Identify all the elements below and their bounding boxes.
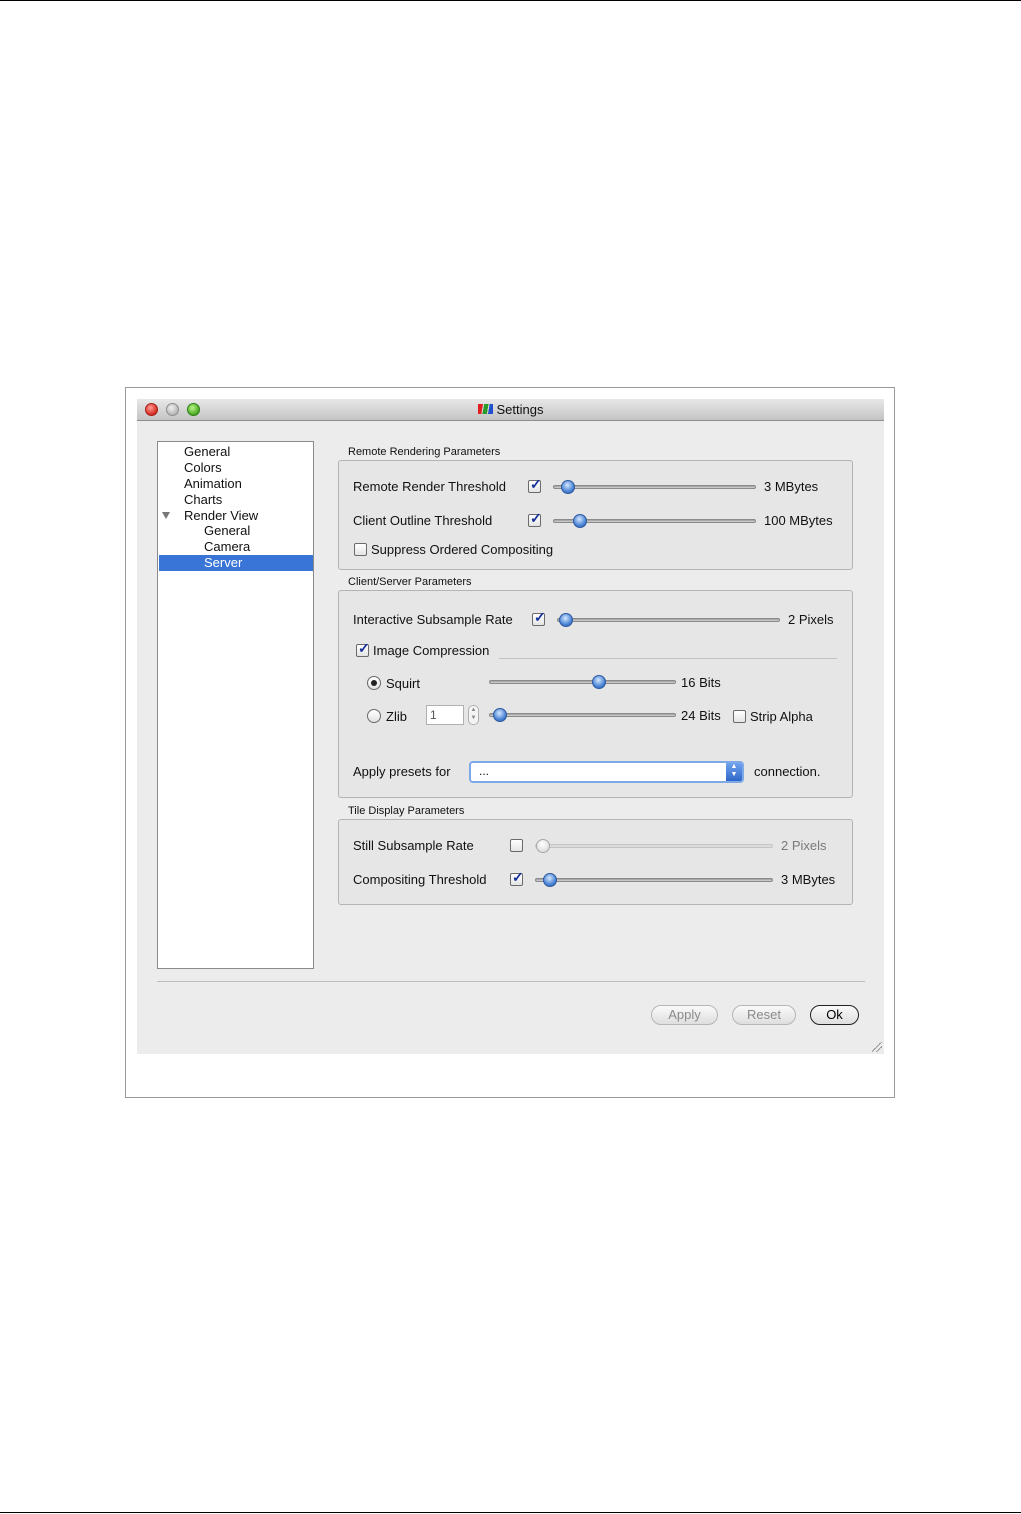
tree-item-render-view[interactable]: Render View (159, 508, 313, 524)
tree-item-label: Animation (184, 476, 242, 491)
tree-item-label: General (184, 444, 231, 459)
slider-knob[interactable] (561, 480, 575, 494)
tile-display-group: Still Subsample Rate 2 Pixels Compositin… (338, 819, 853, 905)
client-server-group-title: Client/Server Parameters (348, 576, 472, 588)
slider-knob[interactable] (592, 675, 606, 689)
client-server-group: Interactive Subsample Rate ✓ 2 Pixels ✓ … (338, 590, 853, 798)
compositing-threshold-value: 3 MBytes (781, 872, 836, 887)
paraview-logo-icon (477, 404, 493, 414)
window-title-text: Settings (496, 402, 544, 417)
suppress-ordered-compositing-label: Suppress Ordered Compositing (371, 542, 554, 557)
apply-presets-label: Apply presets for (353, 764, 451, 779)
checkmark-icon: ✓ (512, 869, 524, 885)
compositing-threshold-slider[interactable] (535, 878, 773, 882)
reset-button[interactable]: Reset (732, 1005, 796, 1025)
client-outline-threshold-checkbox[interactable]: ✓ (528, 510, 542, 527)
still-subsample-rate-checkbox[interactable] (510, 839, 523, 852)
slider-knob[interactable] (559, 613, 573, 627)
connection-label: connection. (754, 764, 821, 779)
image-compression-checkbox[interactable]: ✓ (356, 640, 370, 657)
client-outline-threshold-value: 100 MBytes (764, 513, 833, 528)
window-title: Settings (137, 402, 884, 417)
image-compression-divider (499, 658, 837, 659)
dialog-button-divider (157, 981, 865, 982)
disclosure-triangle-icon[interactable] (162, 512, 170, 519)
remote-render-threshold-checkbox[interactable]: ✓ (528, 476, 542, 493)
interactive-subsample-rate-value: 2 Pixels (788, 612, 834, 627)
tree-item-label: Charts (184, 492, 223, 507)
tile-display-group-title: Tile Display Parameters (348, 805, 465, 817)
settings-category-tree[interactable]: General Colors Animation Charts Render V… (157, 441, 314, 969)
remote-render-threshold-label: Remote Render Threshold (353, 479, 506, 494)
still-subsample-rate-value: 2 Pixels (781, 838, 827, 853)
checkmark-icon: ✓ (530, 510, 542, 526)
squirt-radio[interactable] (367, 676, 381, 690)
squirt-bits-slider[interactable] (489, 680, 676, 684)
slider-knob[interactable] (536, 839, 550, 853)
connection-presets-value: ... (479, 764, 490, 778)
connection-presets-select[interactable]: ... ▲ ▼ (469, 761, 744, 783)
zlib-radio[interactable] (367, 709, 381, 723)
still-subsample-rate-slider[interactable] (535, 844, 773, 848)
tree-item-label: Render View (184, 508, 259, 523)
strip-alpha-checkbox[interactable] (733, 710, 746, 723)
zlib-bits-slider[interactable] (489, 713, 676, 717)
radio-dot-icon (371, 680, 377, 686)
zlib-label: Zlib (386, 709, 407, 724)
strip-alpha-label: Strip Alpha (750, 709, 813, 724)
tree-item-label: Server (204, 555, 243, 570)
compositing-threshold-label: Compositing Threshold (353, 872, 487, 887)
remote-rendering-group: Remote Render Threshold ✓ 3 MBytes Clien… (338, 460, 853, 570)
tree-item-label: General (204, 523, 251, 538)
tree-item-camera[interactable]: Camera (159, 539, 313, 555)
page-top-rule (0, 0, 1021, 1)
tree-item-label: Camera (204, 539, 251, 554)
resize-grip-icon[interactable] (872, 1042, 882, 1052)
checkmark-icon: ✓ (358, 640, 370, 656)
slider-knob[interactable] (493, 708, 507, 722)
settings-window: Settings General Colors Animation Charts… (137, 399, 884, 1054)
tree-item-charts[interactable]: Charts (159, 492, 313, 508)
checkmark-icon: ✓ (530, 476, 542, 492)
image-compression-label: Image Compression (373, 643, 490, 658)
interactive-subsample-rate-checkbox[interactable]: ✓ (532, 609, 546, 626)
ok-button[interactable]: Ok (810, 1005, 859, 1025)
tree-item-animation[interactable]: Animation (159, 476, 313, 492)
compositing-threshold-checkbox[interactable]: ✓ (510, 869, 524, 886)
select-arrows-icon: ▲ ▼ (726, 763, 742, 781)
interactive-subsample-rate-label: Interactive Subsample Rate (353, 612, 513, 627)
slider-knob[interactable] (543, 873, 557, 887)
checkmark-icon: ✓ (534, 609, 546, 625)
remote-render-threshold-slider[interactable] (553, 485, 756, 489)
still-subsample-rate-label: Still Subsample Rate (353, 838, 474, 853)
apply-button[interactable]: Apply (651, 1005, 718, 1025)
interactive-subsample-rate-slider[interactable] (557, 618, 780, 622)
tree-item-colors[interactable]: Colors (159, 460, 313, 476)
tree-item-render-view-general[interactable]: General (159, 523, 313, 539)
zlib-level-spinbox[interactable]: 1 (426, 705, 464, 725)
squirt-label: Squirt (386, 676, 420, 691)
tree-item-general[interactable]: General (159, 444, 313, 460)
tree-item-server[interactable]: Server (159, 555, 313, 571)
squirt-bits-value: 16 Bits (681, 675, 721, 690)
suppress-ordered-compositing-checkbox[interactable] (354, 543, 367, 556)
title-bar[interactable]: Settings (137, 399, 884, 421)
slider-knob[interactable] (573, 514, 587, 528)
tree-item-label: Colors (184, 460, 222, 475)
remote-rendering-group-title: Remote Rendering Parameters (348, 446, 501, 458)
remote-render-threshold-value: 3 MBytes (764, 479, 819, 494)
zlib-bits-value: 24 Bits (681, 708, 721, 723)
zlib-level-stepper[interactable]: ▲ ▼ (468, 705, 479, 725)
client-outline-threshold-label: Client Outline Threshold (353, 513, 493, 528)
page-bottom-rule (0, 1512, 1021, 1513)
